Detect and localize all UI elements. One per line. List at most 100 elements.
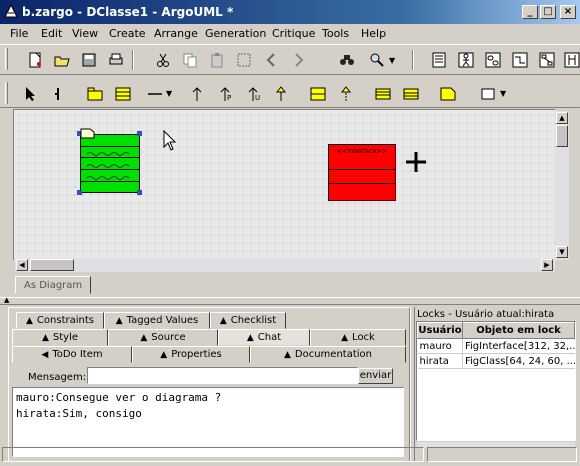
- menu-view[interactable]: View: [72, 27, 98, 40]
- tab-constraints[interactable]: ▲ Constraints: [16, 312, 104, 329]
- locks-title: Locks - Usuário atual:hirata: [417, 309, 555, 320]
- maximize-button[interactable]: □: [540, 5, 556, 19]
- menu-tools[interactable]: Tools: [322, 27, 349, 40]
- class-icon[interactable]: [114, 85, 132, 103]
- tab-source[interactable]: ▲ Source: [108, 329, 218, 346]
- navigate-forward-icon[interactable]: [290, 51, 308, 69]
- broom-tool-icon[interactable]: [49, 85, 67, 103]
- interface-node[interactable]: <<Interface>>: [328, 144, 396, 201]
- argouml-app-icon: [4, 3, 18, 18]
- status-bar-right: [427, 447, 577, 462]
- save-project-icon[interactable]: [80, 51, 98, 69]
- collaboration-diagram-icon[interactable]: [538, 51, 556, 69]
- tab-tagged-values[interactable]: ▲ Tagged Values: [104, 312, 210, 329]
- selection-handle[interactable]: [137, 190, 142, 195]
- tab-properties[interactable]: ▲ Properties: [132, 346, 250, 363]
- select-pointer-icon[interactable]: [21, 85, 39, 103]
- tab-todo-item[interactable]: ◀ ToDo Item: [12, 346, 132, 363]
- locks-table: Usuário Objeto em lock mauro FigInterfac…: [416, 321, 576, 441]
- operation-icon[interactable]: [402, 85, 420, 103]
- rectangle-shape-icon[interactable]: [479, 85, 497, 103]
- interface-icon[interactable]: [309, 85, 327, 103]
- menu-help[interactable]: Help: [361, 27, 386, 40]
- toolbar-separator: [412, 50, 414, 70]
- open-project-icon[interactable]: [53, 51, 71, 69]
- menu-arrange[interactable]: Arrange: [154, 27, 198, 40]
- tab-documentation[interactable]: ▲ Documentation: [250, 346, 406, 363]
- tab-lock[interactable]: ▲ Lock: [310, 329, 406, 346]
- arrow-right-icon: ▶: [544, 261, 550, 269]
- tab-chat[interactable]: ▲ Chat: [218, 329, 310, 346]
- dependency-icon[interactable]: [188, 85, 206, 103]
- status-bar: [2, 447, 424, 462]
- association-icon[interactable]: [146, 85, 164, 103]
- class-diagram-icon[interactable]: [430, 51, 448, 69]
- new-project-icon[interactable]: [26, 51, 44, 69]
- scroll-left-button[interactable]: ◀: [16, 259, 28, 271]
- send-button[interactable]: enviar: [358, 368, 393, 384]
- delete-icon[interactable]: [235, 51, 253, 69]
- triangle-icon: ▲: [341, 332, 349, 343]
- selection-handle[interactable]: [137, 131, 142, 136]
- navigate-back-icon[interactable]: [262, 51, 280, 69]
- menu-generation[interactable]: Generation: [205, 27, 266, 40]
- scroll-down-button[interactable]: ▼: [556, 246, 568, 258]
- zoom-icon[interactable]: [368, 51, 386, 69]
- horizontal-scrollbar[interactable]: [15, 258, 555, 272]
- menu-create[interactable]: Create: [109, 27, 146, 40]
- copy-icon[interactable]: [181, 51, 199, 69]
- comment-note-icon[interactable]: [439, 85, 457, 103]
- note-icon: [80, 127, 96, 142]
- paste-icon[interactable]: [208, 51, 226, 69]
- package-icon[interactable]: [86, 85, 104, 103]
- scroll-right-button[interactable]: ▶: [541, 259, 553, 271]
- arrow-left-icon: ◀: [19, 261, 25, 269]
- shape-dropdown-arrow-icon[interactable]: ▼: [500, 89, 506, 98]
- permission-icon[interactable]: P: [216, 85, 234, 103]
- triangle-icon: ▲: [219, 315, 227, 326]
- toolbar-grip[interactable]: [5, 82, 8, 104]
- use-case-diagram-icon[interactable]: [457, 51, 475, 69]
- activity-diagram-icon[interactable]: [511, 51, 529, 69]
- class-node[interactable]: [80, 134, 140, 193]
- table-row[interactable]: hirata FigClass[64, 24, 60, ...: [417, 353, 575, 369]
- horizontal-scroll-thumb[interactable]: [30, 259, 74, 271]
- selection-handle[interactable]: [77, 190, 82, 195]
- state-diagram-icon[interactable]: [484, 51, 502, 69]
- triangle-icon: ▲: [41, 332, 49, 343]
- minimize-button[interactable]: _: [522, 5, 538, 19]
- column-header-user[interactable]: Usuário: [417, 322, 463, 339]
- zoom-dropdown-arrow-icon[interactable]: ▼: [389, 56, 395, 65]
- attribute-icon[interactable]: [374, 85, 392, 103]
- toolbar-grip[interactable]: [5, 48, 8, 70]
- print-icon[interactable]: [107, 51, 125, 69]
- arrow-down-icon: ▼: [559, 248, 565, 256]
- vertical-splitter[interactable]: [410, 307, 415, 462]
- close-button[interactable]: ×: [560, 5, 576, 19]
- sequence-diagram-icon[interactable]: [563, 51, 580, 69]
- generalization-icon[interactable]: [272, 85, 290, 103]
- close-icon: ×: [563, 6, 573, 17]
- column-header-locked-object[interactable]: Objeto em lock: [462, 322, 575, 339]
- message-input[interactable]: [87, 367, 358, 384]
- horizontal-splitter[interactable]: [0, 297, 580, 305]
- menu-edit[interactable]: Edit: [41, 27, 62, 40]
- cell-user: mauro: [417, 338, 463, 354]
- table-row[interactable]: mauro FigInterface[312, 32,...: [417, 338, 575, 354]
- usage-icon[interactable]: U: [244, 85, 262, 103]
- chat-line: hirata:Sim, consigo: [16, 407, 142, 420]
- find-icon[interactable]: [338, 51, 356, 69]
- vertical-scroll-thumb[interactable]: [556, 125, 568, 147]
- window-title: b.zargo - DClasse1 - ArgoUML *: [22, 5, 234, 19]
- cut-icon[interactable]: [154, 51, 172, 69]
- menu-critique[interactable]: Critique: [272, 27, 315, 40]
- realization-icon[interactable]: [337, 85, 355, 103]
- triangle-icon: ▲: [140, 332, 148, 343]
- scroll-up-button[interactable]: ▲: [556, 112, 568, 124]
- menu-file[interactable]: File: [10, 27, 28, 40]
- association-dropdown-arrow-icon[interactable]: ▼: [166, 89, 172, 98]
- splitter-arrows-icon[interactable]: ▲: [4, 296, 9, 304]
- tab-checklist[interactable]: ▲ Checklist: [210, 312, 286, 329]
- tab-style[interactable]: ▲ Style: [12, 329, 108, 346]
- tab-as-diagram[interactable]: As Diagram: [15, 276, 91, 294]
